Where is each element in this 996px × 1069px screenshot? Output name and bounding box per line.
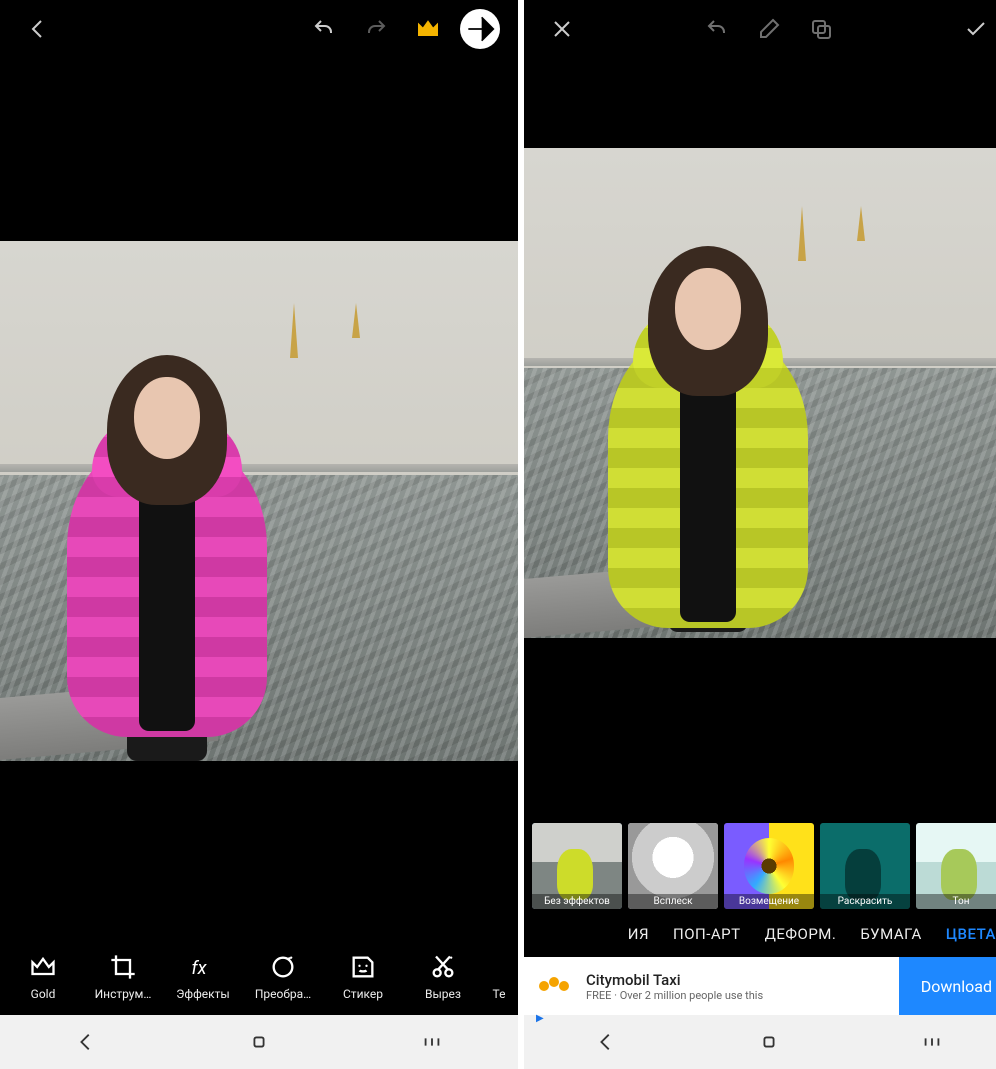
tool-sticker[interactable]: Стикер	[324, 953, 402, 1001]
cat-colors[interactable]: ЦВЕТА	[946, 925, 996, 943]
redo-button[interactable]	[356, 9, 396, 49]
eraser-icon	[757, 17, 781, 41]
nav-home-icon	[248, 1031, 270, 1053]
text-icon	[485, 953, 513, 981]
editor-main-panel: Gold Инструм… fx Эффекты Преобра… Стикер…	[0, 0, 518, 1069]
nav-back-icon	[75, 1031, 97, 1053]
apply-button[interactable]	[956, 9, 996, 49]
filter-label: Возмещение	[724, 894, 814, 909]
cutout-icon	[429, 953, 457, 981]
tool-cutout[interactable]: Вырез	[404, 953, 482, 1001]
compare-button[interactable]	[801, 9, 841, 49]
nav-home[interactable]	[219, 1022, 299, 1062]
close-icon	[550, 17, 574, 41]
nav-home-icon	[758, 1031, 780, 1053]
photo-preview-left	[0, 241, 518, 761]
cat-popart[interactable]: ПОП-АРТ	[673, 925, 741, 943]
redo-icon	[364, 17, 388, 41]
android-navbar-right	[524, 1015, 996, 1069]
tool-label: Преобра…	[255, 987, 311, 1001]
next-button[interactable]	[460, 9, 500, 49]
ad-content[interactable]: ▶ Citymobil Taxi FREE · Over 2 million p…	[524, 957, 899, 1015]
undo-icon	[312, 17, 336, 41]
ad-title: Citymobil Taxi	[586, 971, 763, 989]
tool-label: Вырез	[425, 987, 461, 1001]
photo-preview-right	[524, 148, 996, 638]
undo-button[interactable]	[697, 9, 737, 49]
canvas-left[interactable]	[0, 58, 518, 943]
nav-back[interactable]	[566, 1022, 646, 1062]
canvas-right[interactable]	[524, 58, 996, 817]
bottom-toolstrip: Gold Инструм… fx Эффекты Преобра… Стикер…	[0, 943, 518, 1015]
premium-button[interactable]	[408, 9, 448, 49]
filter-splash[interactable]: Всплеск	[628, 823, 718, 909]
close-button[interactable]	[542, 9, 582, 49]
filter-label: Без эффектов	[532, 894, 622, 909]
undo-icon	[705, 17, 729, 41]
nav-back[interactable]	[46, 1022, 126, 1062]
adchoices-icon[interactable]: ▶	[536, 1013, 544, 1024]
cat-partial[interactable]: ИЯ	[628, 925, 649, 943]
sticker-icon	[349, 953, 377, 981]
topbar-left	[0, 0, 518, 58]
nav-recents-icon	[421, 1031, 443, 1053]
tool-label: Эффекты	[176, 987, 229, 1001]
tool-text[interactable]: Те	[484, 953, 514, 1001]
svg-text:fx: fx	[191, 957, 207, 979]
tool-label: Те	[493, 987, 506, 1001]
tool-transform[interactable]: Преобра…	[244, 953, 322, 1001]
filter-thumbnails: Без эффектов Всплеск Возмещение Раскраси…	[524, 817, 996, 911]
compare-icon	[809, 17, 833, 41]
filter-colorize[interactable]: Раскрасить	[820, 823, 910, 909]
filter-label: Раскрасить	[820, 894, 910, 909]
nav-back-icon	[595, 1031, 617, 1053]
back-button[interactable]	[18, 9, 58, 49]
undo-button[interactable]	[304, 9, 344, 49]
arrow-right-icon	[460, 9, 500, 49]
tool-effects[interactable]: fx Эффекты	[164, 953, 242, 1001]
tool-label: Инструм…	[95, 987, 152, 1001]
nav-home[interactable]	[729, 1022, 809, 1062]
retouch-icon	[269, 953, 297, 981]
nav-recents[interactable]	[892, 1022, 972, 1062]
topbar-right	[524, 0, 996, 58]
filter-none[interactable]: Без эффектов	[532, 823, 622, 909]
nav-recents-icon	[921, 1031, 943, 1053]
crown-outline-icon	[29, 953, 57, 981]
ad-subtitle: FREE · Over 2 million people use this	[586, 989, 763, 1002]
ad-download-button[interactable]: Download	[899, 957, 996, 1015]
arrow-left-icon	[26, 17, 50, 41]
filter-label: Тон	[916, 894, 996, 909]
editor-filter-panel: Без эффектов Всплеск Возмещение Раскраси…	[524, 0, 996, 1069]
cat-deform[interactable]: ДЕФОРМ.	[765, 925, 837, 943]
filter-replace[interactable]: Возмещение	[724, 823, 814, 909]
filter-label: Всплеск	[628, 894, 718, 909]
nav-recents[interactable]	[392, 1022, 472, 1062]
tool-instruments[interactable]: Инструм…	[84, 953, 162, 1001]
crown-icon	[416, 17, 440, 41]
tool-label: Gold	[31, 987, 56, 1001]
check-icon	[964, 17, 988, 41]
fx-icon: fx	[189, 953, 217, 981]
crop-icon	[109, 953, 137, 981]
category-tabs: ИЯ ПОП-АРТ ДЕФОРМ. БУМАГА ЦВЕТА	[524, 911, 996, 957]
ad-banner[interactable]: ▶ Citymobil Taxi FREE · Over 2 million p…	[524, 957, 996, 1015]
tool-gold[interactable]: Gold	[4, 953, 82, 1001]
ad-app-icon: ▶	[534, 966, 574, 1006]
eraser-button[interactable]	[749, 9, 789, 49]
android-navbar-left	[0, 1015, 518, 1069]
filter-tone[interactable]: Тон	[916, 823, 996, 909]
tool-label: Стикер	[343, 987, 383, 1001]
cat-paper[interactable]: БУМАГА	[860, 925, 921, 943]
